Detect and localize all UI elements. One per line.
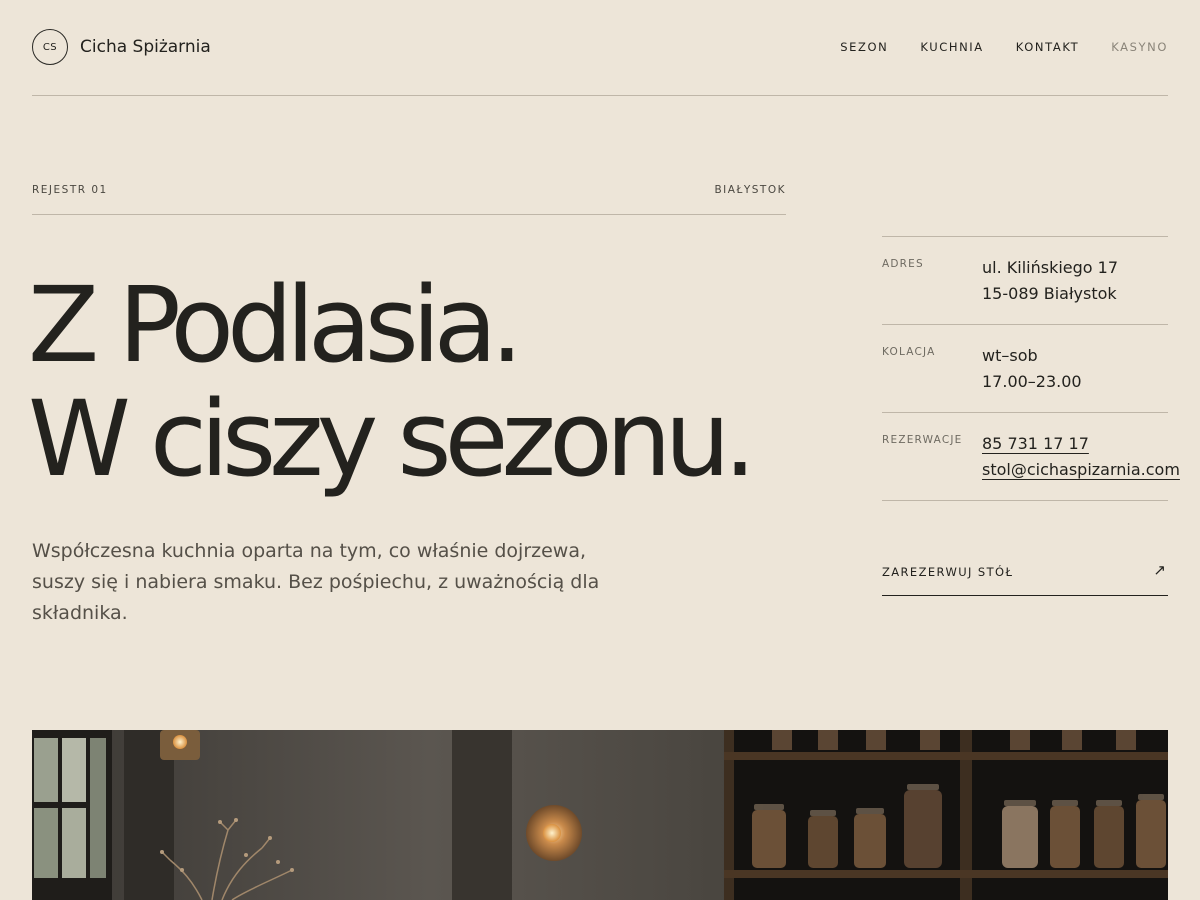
main-nav: SEZON KUCHNIA KONTAKT KASYNO (808, 40, 1168, 54)
restaurant-interior-photo (32, 730, 1168, 900)
arrow-up-right-icon: ↗ (1153, 561, 1166, 579)
info-row-address: ADRES ul. Kilińskiego 17 15-089 Białysto… (882, 237, 1168, 325)
hero-kicker-row: REJESTR 01 BIAŁYSTOK (32, 182, 786, 215)
reservations-label: REZERWACJE (882, 434, 963, 446)
register-label: REJESTR 01 (32, 184, 108, 196)
hero-lead: Współczesna kuchnia oparta na tym, co wł… (32, 540, 600, 624)
brand-name: Cicha Spiżarnia (80, 37, 211, 57)
site-header: CS Cicha Spiżarnia SEZON KUCHNIA KONTAKT… (32, 0, 1168, 96)
reserve-table-label: ZAREZERWUJ STÓŁ (882, 565, 1014, 579)
phone-link[interactable]: 85 731 17 17 (982, 434, 1089, 453)
nav-item-kasyno[interactable]: KASYNO (1111, 40, 1168, 54)
email-link[interactable]: stol@cichaspizarnia.com (982, 460, 1180, 479)
hours-label: KOLACJA (882, 346, 936, 358)
nav-item-sezon[interactable]: SEZON (840, 40, 888, 54)
address-value: ul. Kilińskiego 17 15-089 Białystok (982, 255, 1118, 307)
address-city: 15-089 Białystok (982, 284, 1117, 303)
hours-days: wt–sob (982, 346, 1038, 365)
hero-title-line-2: W ciszy sezonu. (28, 378, 757, 500)
hours-value: wt–sob 17.00–23.00 (982, 343, 1082, 395)
reserve-table-button[interactable]: ZAREZERWUJ STÓŁ ↗ (882, 550, 1168, 596)
brand-logo[interactable]: CS Cicha Spiżarnia (32, 29, 211, 65)
hero-title: Z Podlasia. W ciszy sezonu. (28, 264, 757, 500)
reservations-value: 85 731 17 17 stol@cichaspizarnia.com (982, 431, 1180, 483)
brand-monogram: CS (32, 29, 68, 65)
info-row-hours: KOLACJA wt–sob 17.00–23.00 (882, 325, 1168, 413)
address-label: ADRES (882, 258, 924, 270)
nav-item-kuchnia[interactable]: KUCHNIA (920, 40, 983, 54)
info-panel: ADRES ul. Kilińskiego 17 15-089 Białysto… (882, 236, 1180, 501)
address-street: ul. Kilińskiego 17 (982, 258, 1119, 277)
hero-title-line-1: Z Podlasia. (28, 264, 523, 386)
city-label: BIAŁYSTOK (714, 184, 786, 196)
hours-time: 17.00–23.00 (982, 372, 1082, 391)
nav-item-kontakt[interactable]: KONTAKT (1016, 40, 1079, 54)
info-row-reservations: REZERWACJE 85 731 17 17 stol@cichaspizar… (882, 413, 1180, 501)
